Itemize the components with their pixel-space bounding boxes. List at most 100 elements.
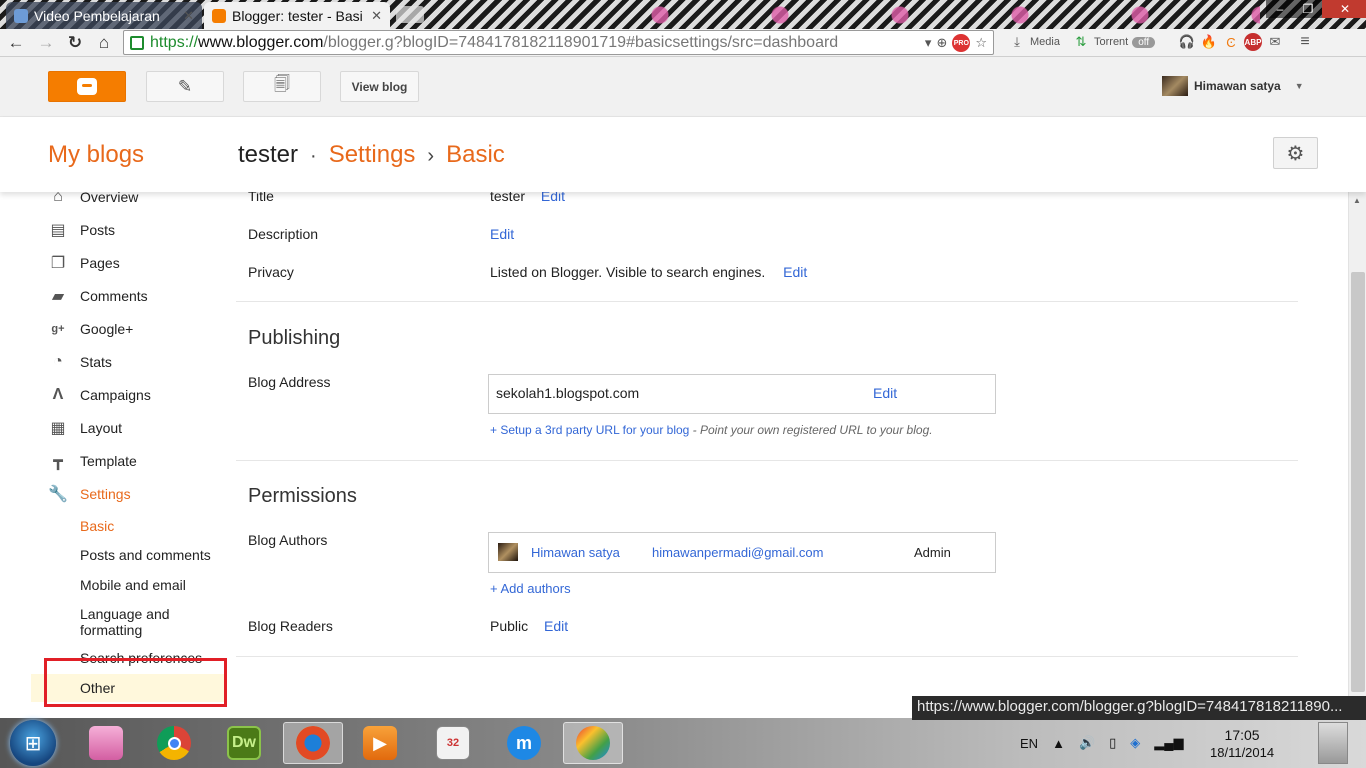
breadcrumb-settings[interactable]: Settings (329, 141, 416, 169)
taskbar-explorer[interactable] (76, 722, 136, 764)
home-icon: ⌂ (53, 192, 63, 205)
adblock-icon[interactable]: ABP (1244, 33, 1262, 51)
sidebar-item-layout[interactable]: ▦ Layout (48, 418, 122, 438)
sidebar-item-campaigns[interactable]: Λ Campaigns (48, 385, 151, 405)
taskbar-browser-active[interactable] (283, 722, 343, 764)
menu-icon[interactable]: ≡ (1296, 33, 1314, 51)
reload-icon[interactable]: ↻ (65, 33, 85, 53)
blog-address-box: sekolah1.blogspot.com Edit (488, 374, 996, 414)
dropdown-icon[interactable]: ▾ (925, 35, 932, 51)
scroll-up-icon[interactable]: ▲ (1353, 196, 1361, 205)
settings-sub-basic[interactable]: Basic (80, 518, 114, 534)
show-desktop-button[interactable] (1318, 722, 1348, 764)
dropbox-icon[interactable]: ◈ (1130, 735, 1140, 751)
extension-icons: 🎧 🔥 Ͼ ABP ✉ ≡ (1178, 33, 1314, 51)
author-email-link[interactable]: himawanpermadi@gmail.com (652, 545, 823, 560)
taskbar-calendar-app[interactable]: 32 (423, 722, 483, 764)
zoom-icon[interactable]: ⊕ (936, 35, 947, 51)
pro-extension-icon[interactable]: PRO (952, 34, 971, 52)
language-indicator[interactable]: EN (1020, 736, 1038, 751)
my-blogs-link[interactable]: My blogs (48, 141, 144, 169)
scrollbar-thumb[interactable] (1351, 272, 1365, 692)
settings-sub-posts-and-comments[interactable]: Posts and comments (80, 547, 211, 563)
privacy-label: Privacy (248, 264, 294, 280)
forward-arrow-icon[interactable]: → (36, 33, 56, 53)
permissions-heading: Permissions (248, 485, 357, 507)
new-tab-button[interactable] (396, 6, 424, 23)
taskbar-paint[interactable] (563, 722, 623, 764)
back-arrow-icon[interactable]: ← (6, 33, 26, 53)
tab-close-icon[interactable]: ✕ (371, 8, 382, 24)
sidebar-item-settings[interactable]: 🔧 Settings (48, 484, 131, 504)
address-bar[interactable]: https://www.blogger.com/blogger.g?blogID… (123, 30, 994, 55)
settings-sub-mobile-and-email[interactable]: Mobile and email (80, 577, 186, 593)
url-scheme: https:// (150, 33, 199, 51)
volume-icon[interactable]: 🔊 (1079, 735, 1095, 751)
media-extension[interactable]: ⤓ Media (1008, 33, 1060, 51)
taskbar-chrome[interactable] (144, 722, 204, 764)
home-icon[interactable]: ⌂ (94, 33, 114, 53)
gmail-icon[interactable]: ✉ (1266, 33, 1284, 51)
sidebar-item-overview[interactable]: ⌂ Overview (48, 192, 138, 207)
blog-name[interactable]: tester (238, 141, 298, 169)
blog-address-edit-link[interactable]: Edit (873, 385, 897, 401)
download-icon: ⤓ (1014, 34, 1020, 49)
description-edit-link[interactable]: Edit (490, 226, 514, 242)
add-authors-link[interactable]: + Add authors (490, 581, 571, 596)
user-menu[interactable]: Himawan satya ▼ (1162, 76, 1304, 96)
blog-authors-label: Blog Authors (248, 532, 328, 548)
settings-sub-language-and-formatting[interactable]: Language and formatting (80, 606, 210, 638)
torrent-toggle[interactable]: off (1132, 36, 1156, 48)
blog-readers-edit-link[interactable]: Edit (544, 618, 568, 634)
privacy-edit-link[interactable]: Edit (783, 264, 807, 280)
sidebar-item-label: Pages (80, 255, 120, 271)
new-post-button[interactable]: ✎ (146, 71, 224, 102)
vertical-scrollbar[interactable]: ▲ (1348, 192, 1366, 718)
sidebar-item-posts[interactable]: ▤ Posts (48, 220, 115, 240)
setup-3rd-party-url-link[interactable]: + Setup a 3rd party URL for your blog (490, 423, 689, 437)
signal-icon[interactable]: ▂▄▆ (1154, 735, 1183, 751)
breadcrumb: tester · Settings › Basic (238, 141, 505, 169)
taskbar-messenger[interactable]: m (494, 722, 554, 764)
sidebar-item-google-plus[interactable]: g+ Google+ (48, 319, 133, 339)
window-close-icon[interactable]: ✕ (1322, 0, 1366, 18)
minimize-icon[interactable]: – (1266, 0, 1294, 18)
sidebar-item-comments[interactable]: ▰ Comments (48, 286, 148, 306)
clock-time: 17:05 (1224, 727, 1260, 743)
view-posts-button[interactable]: 🗐 (243, 71, 321, 102)
sidebar-item-label: Layout (80, 420, 123, 436)
media-label: Media (1030, 36, 1060, 48)
torrent-extension[interactable]: ⇅ Torrent off (1072, 33, 1156, 51)
clock[interactable]: 17:05 18/11/2014 (1210, 726, 1274, 762)
browser-toolbar: ← → ↻ ⌂ https://www.blogger.com/blogger.… (0, 29, 1366, 57)
settings-gear-button[interactable]: ⚙ (1273, 137, 1318, 169)
swirl-icon[interactable]: Ͼ (1222, 33, 1240, 51)
tab-video-pembelajaran[interactable]: Video Pembelajaran ✕ (6, 2, 202, 29)
description-label: Description (248, 226, 319, 242)
title-edit-link[interactable]: Edit (541, 192, 565, 204)
bookmark-star-icon[interactable]: ☆ (975, 35, 987, 51)
sidebar-item-label: Settings (80, 486, 131, 502)
sidebar-item-label: Stats (80, 354, 112, 370)
window-controls: – ❐ ✕ (1266, 0, 1366, 18)
blogger-logo-button[interactable] (48, 71, 126, 102)
maximize-icon[interactable]: ❐ (1294, 0, 1322, 18)
show-hidden-icons-icon[interactable]: ▲ (1052, 736, 1065, 751)
battery-icon[interactable]: ▯ (1109, 735, 1116, 751)
tab-blogger[interactable]: Blogger: tester - Basi ✕ (204, 2, 390, 29)
browser-tab-strip: Video Pembelajaran ✕ Blogger: tester - B… (0, 0, 1366, 29)
headphones-icon[interactable]: 🎧 (1178, 33, 1196, 51)
sidebar-item-template[interactable]: ┳ Template (48, 451, 137, 471)
start-button[interactable]: ⊞ (10, 720, 56, 766)
sidebar-item-label: Overview (80, 192, 139, 205)
fire-icon[interactable]: 🔥 (1200, 33, 1218, 51)
taskbar-dreamweaver[interactable]: Dw (214, 722, 274, 764)
author-name-link[interactable]: Himawan satya (531, 545, 620, 560)
author-role: Admin (914, 545, 951, 560)
sidebar-item-pages[interactable]: ❐ Pages (48, 253, 120, 273)
taskbar-media-player[interactable]: ▶ (350, 722, 410, 764)
play-icon: ▶ (363, 726, 397, 760)
view-blog-button[interactable]: View blog (340, 71, 419, 102)
tab-close-icon[interactable]: ✕ (183, 8, 194, 24)
sidebar-item-stats[interactable]: ◔ Stats (48, 352, 112, 372)
